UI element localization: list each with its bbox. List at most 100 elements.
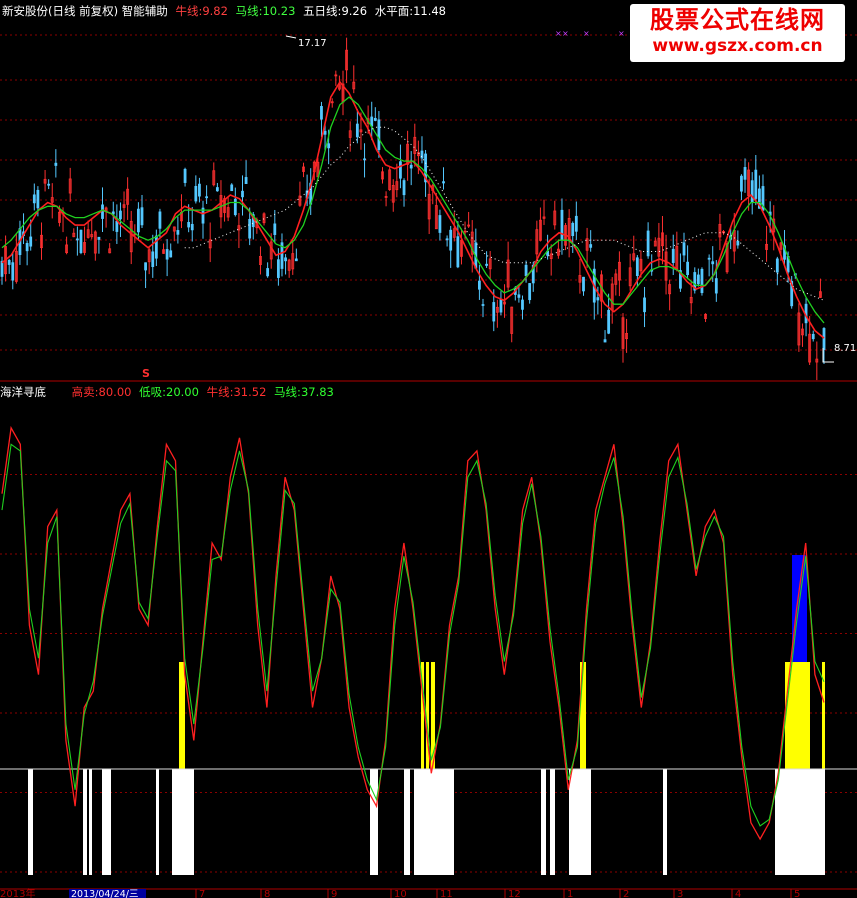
candle-body (355, 123, 359, 138)
candle-body (215, 187, 219, 192)
cross-marker: × (555, 29, 562, 38)
x-month-label: 10 (394, 889, 407, 898)
candle-body (79, 229, 83, 254)
candle-body (169, 250, 173, 258)
x-month-label: 5 (794, 889, 800, 898)
candle-body (244, 177, 248, 184)
candle-body (711, 261, 715, 265)
candle-body (571, 222, 575, 237)
bottom-signal-bar (28, 769, 33, 875)
candle-body (646, 230, 650, 257)
bottom-legend: 海洋寻底 高卖:80.00 低吸:20.00 牛线:31.52 马线:37.83 (0, 384, 338, 400)
candle-body (75, 238, 79, 241)
candle-body (36, 189, 40, 209)
candle-body (409, 164, 413, 169)
candle-body (481, 304, 485, 306)
candle-body (743, 167, 747, 180)
candle-body (736, 240, 740, 246)
candle-body (442, 181, 445, 184)
x-month-label: 4 (735, 889, 741, 898)
high-price-label: 17.17 (298, 38, 327, 49)
candle-body (596, 297, 600, 301)
x-axis-start-label: 2013年 (0, 887, 35, 898)
candle-body (25, 242, 29, 252)
candle-body (7, 259, 11, 265)
yellow-signal-bar (580, 662, 586, 769)
candle-body (205, 196, 209, 199)
legend-bull: 牛线:9.82 (175, 4, 228, 18)
candle-body (456, 236, 460, 268)
candle-body (754, 169, 758, 199)
candle-body (603, 339, 607, 343)
candle-body (276, 259, 280, 278)
bottom-signal-bar (414, 769, 454, 875)
candle-body (635, 257, 639, 276)
candle-body (190, 223, 194, 231)
yellow-signal-bar (179, 662, 185, 769)
candle-body (137, 208, 140, 233)
bottom-signal-bar (569, 769, 591, 875)
candle-body (714, 278, 718, 294)
candle-body (740, 175, 743, 192)
candle-body (284, 257, 287, 262)
cross-marker: × (583, 29, 590, 38)
bottom-signal-bar (370, 769, 378, 875)
x-month-label: 7 (199, 889, 205, 898)
candle-body (54, 162, 58, 166)
bottom-signal-bar (404, 769, 410, 875)
candle-body (377, 119, 381, 150)
x-month-label: 2 (623, 889, 629, 898)
candle-body (47, 183, 51, 186)
x-month-label: 3 (677, 889, 683, 898)
candle-body (158, 211, 162, 229)
candle-body (750, 180, 754, 203)
candle-body (165, 249, 169, 260)
candle-body (320, 106, 323, 120)
candle-body (524, 264, 528, 277)
candle-body (499, 299, 503, 313)
candle-body (528, 283, 532, 301)
candle-body (194, 185, 198, 202)
candle-body (140, 207, 144, 226)
candle-body (101, 204, 104, 219)
watermark-url: www.gszx.com.cn (652, 36, 823, 56)
candle-body (363, 158, 366, 161)
bottom-signal-bar (550, 769, 555, 875)
bottom-signal-bar (102, 769, 111, 875)
candle-body (449, 229, 453, 251)
candle-body (811, 333, 815, 340)
bottom-signal-bar (156, 769, 159, 875)
bottom-signal-bar (541, 769, 546, 875)
candle-body (294, 258, 298, 262)
top-legend: 新安股份(日线 前复权) 智能辅助 牛线:9.82 马线:10.23 五日线:9… (2, 3, 450, 19)
legend-bull-osc: 牛线:31.52 (206, 385, 267, 399)
candle-body (230, 184, 234, 192)
candlesticks (0, 37, 826, 381)
x-month-label: 11 (440, 889, 453, 898)
legend-high-sell: 高卖:80.00 (71, 385, 132, 399)
x-month-label: 9 (331, 889, 337, 898)
candle-body (0, 260, 4, 277)
candle-body (119, 210, 122, 220)
low-price-label: 8.71 (834, 343, 856, 354)
legend-water-level: 水平面:11.48 (374, 4, 447, 18)
candle-body (233, 198, 237, 216)
x-axis: 2013年 2013/04/24/三 7 8 9 10 11 12 1 2 3 4 5 (0, 887, 857, 898)
candle-body (273, 223, 277, 235)
stock-chart[interactable]: 17.178.71S× × × × 2013年 2013/04/24/三 7 8 9 10 11 1… (0, 0, 857, 898)
cross-marker: × (562, 29, 569, 38)
watermark-title: 股票公式在线网 (650, 6, 825, 34)
candle-body (97, 236, 101, 240)
candle-body (574, 215, 578, 232)
candle-body (248, 218, 252, 239)
x-month-label: 12 (508, 889, 521, 898)
candle-body (373, 117, 377, 121)
candle-body (521, 299, 524, 310)
candle-body (183, 168, 187, 183)
candle-body (399, 161, 402, 179)
low-price-marker (822, 348, 834, 363)
candle-body (492, 302, 496, 322)
candle-body (682, 242, 686, 256)
candle-body (11, 262, 15, 281)
indicator-title: 海洋寻底 (0, 385, 46, 399)
